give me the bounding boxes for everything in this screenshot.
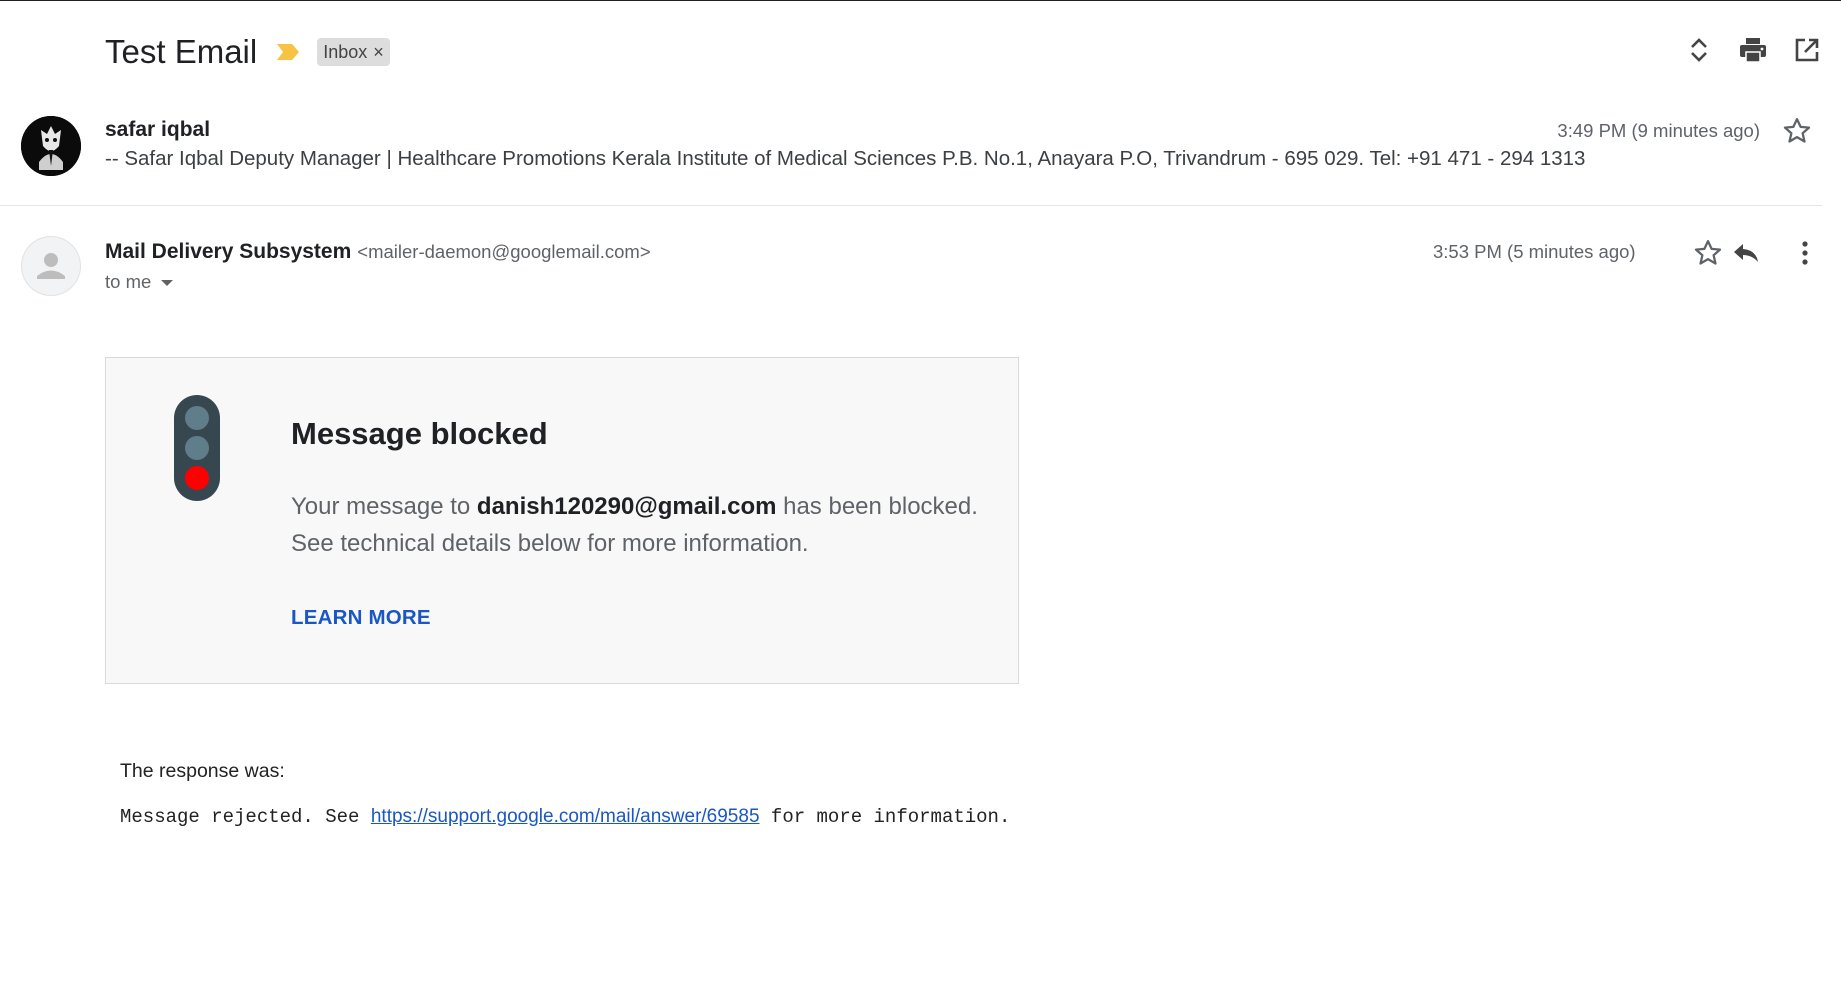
avatar-placeholder — [21, 236, 81, 296]
sender-line: Mail Delivery Subsystem <mailer-daemon@go… — [105, 240, 651, 264]
bounce-notice-card: Message blocked Your message to danish12… — [105, 357, 1019, 684]
thread-header: Test Email Inbox × — [105, 30, 390, 74]
message-snippet: -- Safar Iqbal Deputy Manager | Healthca… — [105, 147, 1586, 170]
star-icon[interactable] — [1691, 236, 1725, 270]
response-label: The response was: — [120, 760, 285, 782]
label-chip-inbox: Inbox × — [317, 38, 390, 66]
open-new-window-icon[interactable] — [1793, 36, 1821, 64]
expand-all-icon[interactable] — [1685, 36, 1713, 64]
message-timestamp: 3:49 PM (9 minutes ago) — [1557, 120, 1760, 141]
top-border — [0, 0, 1841, 1]
recipient-label: to me — [105, 271, 152, 292]
sender-email: <mailer-daemon@googlemail.com> — [357, 241, 651, 262]
message-timestamp: 3:53 PM (5 minutes ago) — [1433, 241, 1636, 262]
recipient-details-toggle[interactable]: to me — [105, 271, 174, 293]
print-icon[interactable] — [1739, 36, 1767, 64]
bounce-text-before: Your message to — [291, 493, 477, 520]
thread-actions — [1685, 36, 1821, 64]
label-chip-text: Inbox — [323, 41, 368, 62]
bounce-title: Message blocked — [291, 416, 548, 451]
star-icon[interactable] — [1782, 116, 1812, 146]
more-options-icon[interactable] — [1788, 236, 1822, 270]
learn-more-link[interactable]: LEARN MORE — [291, 606, 431, 630]
sender-name: Mail Delivery Subsystem — [105, 240, 352, 263]
reply-icon[interactable] — [1729, 236, 1763, 270]
blocked-address: danish120290@gmail.com — [476, 493, 777, 520]
message-collapsed[interactable]: safar iqbal -- Safar Iqbal Deputy Manage… — [0, 100, 1822, 206]
remove-label-button[interactable]: × — [373, 42, 384, 63]
chevron-down-icon — [161, 280, 174, 286]
support-link[interactable]: https://support.google.com/mail/answer/6… — [371, 806, 760, 827]
thread-subject: Test Email — [105, 33, 258, 70]
bounce-description: Your message to danish120290@gmail.com h… — [291, 488, 991, 562]
important-marker-icon[interactable] — [275, 42, 301, 62]
traffic-light-icon — [174, 395, 220, 506]
avatar — [21, 116, 81, 176]
response-suffix: for more information. — [759, 806, 1011, 828]
response-prefix: Message rejected. See — [120, 806, 371, 828]
response-details: Message rejected. See https://support.go… — [120, 806, 1010, 828]
sender-name: safar iqbal — [105, 118, 211, 141]
